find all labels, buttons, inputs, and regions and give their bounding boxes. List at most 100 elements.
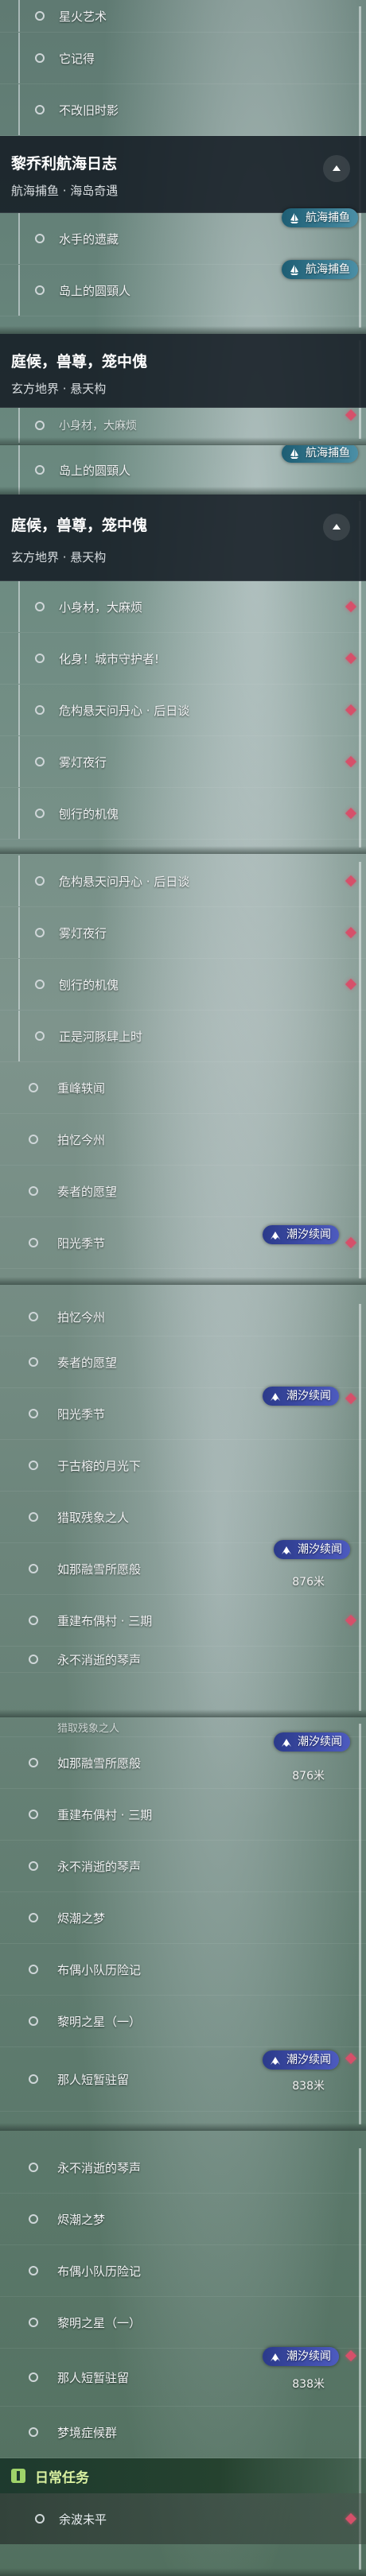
tree-line bbox=[18, 445, 20, 495]
circle-icon bbox=[35, 421, 45, 430]
circle-icon bbox=[35, 105, 45, 114]
tree-line bbox=[18, 213, 20, 264]
collapse-chevron-icon[interactable] bbox=[323, 514, 350, 541]
quest-chapter-header[interactable]: 庭候，兽尊，笼中傀 玄方地界 · 悬天构 bbox=[0, 495, 366, 581]
quest-item[interactable]: 不改旧时影 bbox=[0, 84, 366, 136]
quest-item[interactable]: 重峰轶闻 bbox=[0, 1062, 366, 1114]
quest-item[interactable]: 航海捕鱼 岛上的圆頸人 bbox=[0, 445, 366, 495]
quest-item[interactable]: 雾灯夜行 bbox=[0, 736, 366, 788]
quest-item[interactable]: 小身材，大麻烦 bbox=[0, 581, 366, 633]
daily-tasks-header[interactable]: 日常任务 bbox=[0, 2458, 366, 2493]
circle-icon bbox=[29, 1083, 38, 1092]
distance-label: 838米 bbox=[292, 2378, 325, 2391]
quest-marker-icon bbox=[345, 755, 357, 768]
quest-item[interactable]: 布偶小队历险记 bbox=[0, 1944, 366, 1996]
distance-label: 876米 bbox=[292, 1576, 325, 1589]
circle-icon bbox=[35, 2514, 45, 2524]
tree-line bbox=[18, 959, 20, 1010]
quest-item[interactable]: 黎明之星（一） bbox=[0, 2297, 366, 2349]
quest-list-section-6: 猎取残象之人 潮汐续闻 876米 如那融雪所愿般 重建布偶村 · 三期 永不消逝… bbox=[0, 1717, 366, 2131]
tree-line bbox=[18, 408, 20, 443]
quest-item[interactable]: 拍忆今州 bbox=[0, 1298, 366, 1336]
quest-item[interactable]: 它记得 bbox=[0, 33, 366, 84]
quest-item[interactable]: 烬潮之梦 bbox=[0, 2194, 366, 2245]
quest-marker-icon bbox=[345, 2053, 357, 2065]
circle-icon bbox=[29, 1135, 38, 1144]
circle-icon bbox=[35, 285, 45, 295]
circle-icon bbox=[35, 53, 45, 63]
quest-list-section-5: 拍忆今州 奏者的愿望 潮汐续闻 阳光季节 于古榕的月光下 猎取残象之人 潮汐续闻… bbox=[0, 1298, 366, 1717]
trident-icon bbox=[271, 2353, 280, 2361]
circle-icon bbox=[29, 2372, 38, 2382]
circle-icon bbox=[29, 1312, 38, 1321]
trident-icon bbox=[282, 1546, 291, 1554]
quest-marker-icon bbox=[345, 652, 357, 665]
quest-item[interactable]: 潮汐续闻 838米 那人短暂驻留 bbox=[0, 2047, 366, 2112]
chapter-title: 庭候，兽尊，笼中傀 bbox=[11, 517, 148, 534]
circle-icon bbox=[29, 2266, 38, 2275]
quest-item[interactable]: 奏者的愿望 bbox=[0, 1166, 366, 1217]
quest-item[interactable]: 化身！城市守护者! bbox=[0, 633, 366, 685]
circle-icon bbox=[29, 2214, 38, 2224]
quest-item[interactable]: 永不消逝的琴声 bbox=[0, 1647, 366, 1673]
circle-icon bbox=[35, 465, 45, 475]
quest-item[interactable]: 黎明之星（一） bbox=[0, 1996, 366, 2047]
distance-label: 876米 bbox=[292, 1770, 325, 1783]
quest-item[interactable]: 布偶小队历险记 bbox=[0, 2245, 366, 2297]
tide-tale-tag: 潮汐续闻 bbox=[274, 1540, 350, 1559]
circle-icon bbox=[29, 2016, 38, 2026]
trident-icon bbox=[271, 2057, 280, 2065]
circle-icon bbox=[29, 1965, 38, 1974]
tree-line bbox=[18, 84, 20, 135]
quest-chapter-header[interactable]: 庭候，兽尊，笼中傀 玄方地界 · 悬天构 bbox=[0, 334, 366, 408]
circle-icon bbox=[29, 1512, 38, 1522]
sail-icon bbox=[290, 213, 298, 223]
quest-item[interactable]: 危构悬天问丹心 · 后日谈 bbox=[0, 855, 366, 907]
circle-icon bbox=[29, 1564, 38, 1573]
sail-icon bbox=[290, 448, 298, 459]
quest-item[interactable]: 烬潮之梦 bbox=[0, 1892, 366, 1944]
fishing-tag: 航海捕鱼 bbox=[282, 445, 358, 463]
quest-item[interactable]: 永不消逝的琴声 bbox=[0, 2142, 366, 2194]
quest-list-section-7: 永不消逝的琴声 烬潮之梦 布偶小队历险记 黎明之星（一） 潮汐续闻 838米 那… bbox=[0, 2142, 366, 2576]
quest-item[interactable]: 余波未平 bbox=[0, 2493, 366, 2544]
quest-chapter-header[interactable]: 黎乔利航海日志 航海捕鱼 · 海岛奇遇 bbox=[0, 136, 366, 213]
quest-item[interactable]: 重建布偶村 · 三期 bbox=[0, 1595, 366, 1647]
quest-item[interactable]: 拍忆今州 bbox=[0, 1114, 366, 1166]
quest-item[interactable]: 正是河豚肆上时 bbox=[0, 1011, 366, 1062]
quest-item[interactable]: 重建布偶村 · 三期 bbox=[0, 1789, 366, 1841]
quest-item[interactable]: 梦境症候群 bbox=[0, 2407, 366, 2458]
circle-icon bbox=[35, 1031, 45, 1041]
collapse-chevron-icon[interactable] bbox=[323, 155, 350, 182]
fishing-tag: 航海捕鱼 bbox=[282, 260, 358, 279]
quest-item[interactable]: 于古榕的月光下 bbox=[0, 1440, 366, 1492]
tide-tale-tag: 潮汐续闻 bbox=[263, 1225, 339, 1244]
quest-item[interactable]: 航海捕鱼 水手的遗藏 bbox=[0, 208, 366, 265]
quest-marker-icon bbox=[345, 978, 357, 991]
quest-item[interactable]: 雾灯夜行 bbox=[0, 907, 366, 959]
quest-item[interactable]: 奏者的愿望 bbox=[0, 1336, 366, 1388]
circle-icon bbox=[29, 2318, 38, 2327]
quest-item[interactable]: 猎取残象之人 bbox=[0, 1492, 366, 1543]
quest-item[interactable]: 航海捕鱼 岛上的圆頸人 bbox=[0, 260, 366, 316]
quest-marker-icon bbox=[345, 807, 357, 820]
quest-item[interactable]: 小身材，大麻烦 bbox=[0, 408, 366, 444]
quest-item[interactable]: 危构悬天问丹心 · 后日谈 bbox=[0, 685, 366, 736]
quest-item[interactable]: 星火艺术 bbox=[0, 0, 366, 33]
circle-icon bbox=[35, 809, 45, 818]
quest-marker-icon bbox=[345, 2512, 357, 2525]
quest-item[interactable]: 潮汐续闻 876米 如那融雪所愿般 bbox=[0, 1732, 366, 1789]
quest-item[interactable]: 潮汐续闻 838米 那人短暂驻留 bbox=[0, 2347, 366, 2407]
quest-item[interactable]: 潮汐续闻 876米 如那融雪所愿般 bbox=[0, 1540, 366, 1595]
quest-item[interactable]: 潮汐续闻 阳光季节 bbox=[0, 1217, 366, 1269]
quest-marker-icon bbox=[345, 2349, 357, 2361]
quest-marker-icon bbox=[345, 1392, 357, 1404]
quest-item[interactable]: 潮汐续闻 阳光季节 bbox=[0, 1387, 366, 1440]
quest-marker-icon bbox=[345, 875, 357, 887]
trident-icon bbox=[271, 1393, 280, 1401]
tide-tale-tag: 潮汐续闻 bbox=[263, 1387, 339, 1406]
quest-item[interactable]: 刨行的机傀 bbox=[0, 788, 366, 840]
quest-item[interactable]: 刨行的机傀 bbox=[0, 959, 366, 1011]
circle-icon bbox=[29, 2074, 38, 2084]
quest-item[interactable]: 永不消逝的琴声 bbox=[0, 1841, 366, 1892]
